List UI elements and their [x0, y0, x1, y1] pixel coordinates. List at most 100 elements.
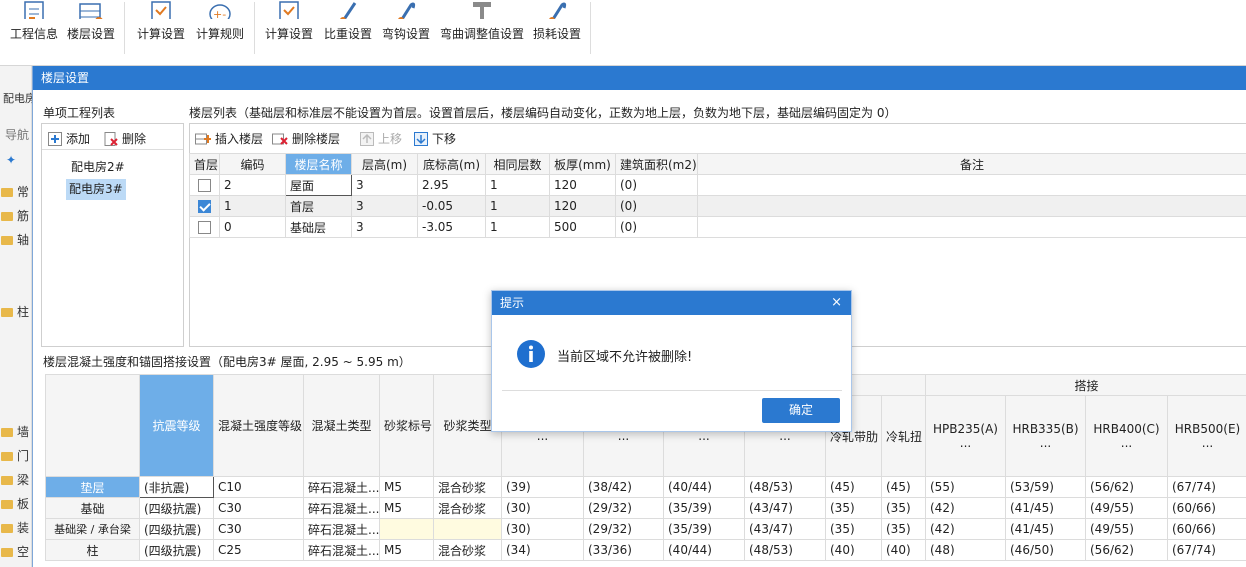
concrete-row[interactable]: 柱 (四级抗震) C25 碎石混凝土... M5 混合砂浆 (34) (33/3…	[45, 539, 1246, 561]
floor-settings-icon	[79, 3, 103, 19]
insert-floor-button[interactable]: 插入楼层	[195, 130, 263, 147]
col-hrb400[interactable]: HRB400(C)...	[1085, 395, 1168, 477]
row-name[interactable]: 基础梁 / 承台梁	[45, 518, 140, 540]
add-project-button[interactable]: 添加	[48, 130, 90, 147]
move-up-button[interactable]: 上移	[360, 130, 402, 147]
col-area[interactable]: 建筑面积(m2)	[615, 153, 698, 175]
background-nav-item[interactable]: 常	[1, 183, 29, 200]
floor-name-editor[interactable]: 屋面	[285, 174, 352, 196]
calc-settings-icon	[151, 1, 171, 19]
density-icon	[340, 2, 357, 19]
col-seismic-grade[interactable]: 抗震等级	[139, 374, 214, 477]
folder-icon	[1, 236, 13, 245]
floor-row[interactable]: 1 首层 3 -0.05 1 120 (0)	[189, 195, 1246, 217]
delete-doc-icon	[104, 131, 118, 146]
floor-table-header: 首层 编码 楼层名称 层高(m) 底标高(m) 相同层数 板厚(mm) 建筑面积…	[189, 153, 1246, 175]
plus-icon	[48, 131, 62, 146]
row-name[interactable]: 柱	[45, 539, 140, 561]
col-height[interactable]: 层高(m)	[351, 153, 418, 175]
prompt-divider	[502, 390, 842, 391]
folder-icon	[1, 524, 13, 533]
background-navigation-strip: 配电房 导航 ✦ 常 筋 轴 柱 墙 门 梁 板 装 空	[0, 66, 36, 567]
row-name[interactable]: 基础	[45, 497, 140, 519]
ribbon-bend-adjust-button[interactable]: 弯曲调整值设置	[438, 0, 526, 62]
project-info-icon	[24, 1, 44, 19]
insert-row-icon	[195, 133, 211, 144]
first-floor-checkbox[interactable]	[198, 179, 211, 192]
ribbon-separator	[124, 2, 125, 54]
calc-settings2-icon	[279, 1, 299, 19]
background-nav-item[interactable]: 柱	[1, 303, 29, 320]
project-list-item-selected[interactable]: 配电房3#	[66, 179, 126, 200]
background-nav-item[interactable]: 空	[1, 543, 29, 560]
floor-row[interactable]: 0 基础层 3 -3.05 1 500 (0)	[189, 216, 1246, 238]
close-icon[interactable]: ×	[831, 291, 842, 315]
background-nav-item[interactable]: 筋	[1, 207, 29, 224]
ribbon-loss-button[interactable]: 损耗设置	[531, 0, 583, 62]
bend-adjust-icon	[473, 2, 491, 19]
folder-icon	[1, 212, 13, 221]
folder-icon	[1, 188, 13, 197]
col-slab-thick[interactable]: 板厚(mm)	[549, 153, 616, 175]
ribbon-separator	[254, 2, 255, 54]
ribbon-label: 比重设置	[323, 27, 372, 41]
delete-floor-button[interactable]: 删除楼层	[272, 130, 340, 147]
background-nav-item[interactable]: 门	[1, 447, 29, 464]
floor-list-label: 楼层列表（基础层和标准层不能设置为首层。设置首层后，楼层编码自动变化，正数为地上…	[189, 106, 897, 120]
concrete-row[interactable]: 垫层 (非抗震) C10 碎石混凝土... M5 混合砂浆 (39) (38/4…	[45, 476, 1246, 498]
ribbon-project-info-button[interactable]: 工程信息	[8, 0, 60, 62]
ribbon-calc-settings2-button[interactable]: 计算设置	[262, 0, 316, 62]
folder-icon	[1, 428, 13, 437]
first-floor-checkbox-checked[interactable]	[198, 200, 211, 213]
col-same-count[interactable]: 相同层数	[485, 153, 550, 175]
ribbon-label: 弯钩设置	[381, 27, 430, 41]
folder-icon	[1, 548, 13, 557]
col-concrete-grade[interactable]: 混凝土强度等级	[213, 374, 304, 477]
project-list-label: 单项工程列表	[43, 106, 116, 120]
arrow-down-icon	[414, 131, 428, 146]
ribbon-hook-button[interactable]: 弯钩设置	[380, 0, 432, 62]
row-name-header	[45, 374, 140, 477]
prompt-message: 当前区域不允许被删除!	[557, 350, 693, 365]
concrete-row[interactable]: 基础 (四级抗震) C30 碎石混凝土... M5 混合砂浆 (30) (29/…	[45, 497, 1246, 519]
ribbon-density-button[interactable]: 比重设置	[322, 0, 374, 62]
background-nav-item[interactable]: 轴	[1, 231, 29, 248]
background-nav-item[interactable]: 墙	[1, 423, 29, 440]
ribbon-separator	[590, 2, 591, 54]
move-down-button[interactable]: 下移	[414, 130, 456, 147]
col-bottom-elev[interactable]: 底标高(m)	[417, 153, 486, 175]
col-floor-name[interactable]: 楼层名称	[285, 153, 352, 175]
col-hrb335[interactable]: HRB335(B)...	[1005, 395, 1086, 477]
floor-row[interactable]: 2 屋面 3 2.95 1 120 (0)	[189, 174, 1246, 196]
ribbon-toolbar: 工程信息 楼层设置 计算设置 +- 计算规则 计算设置 比重设置 弯钩设置 弯曲…	[0, 0, 1246, 66]
background-nav-item[interactable]: 装	[1, 519, 29, 536]
ribbon-floor-settings-button[interactable]: 楼层设置	[64, 0, 118, 62]
folder-icon	[1, 452, 13, 461]
concrete-row[interactable]: 基础梁 / 承台梁 (四级抗震) C30 碎石混凝土... (30) (29/3…	[45, 518, 1246, 540]
col-hrb500[interactable]: HRB500(E)...	[1166, 395, 1246, 477]
background-nav-item[interactable]: 板	[1, 495, 29, 512]
loss-icon	[549, 2, 567, 19]
arrow-up-icon	[360, 131, 374, 146]
row-name-selected[interactable]: 垫层	[45, 476, 140, 498]
folder-icon	[1, 500, 13, 509]
background-nav-item[interactable]: 梁	[1, 471, 29, 488]
col-first-floor[interactable]: 首层	[189, 153, 220, 175]
col-concrete-type[interactable]: 混凝土类型	[303, 374, 380, 477]
ribbon-label: 计算规则	[195, 27, 244, 41]
col-cold-rolled-twisted[interactable]: 冷轧扭	[881, 395, 926, 477]
col-code[interactable]: 编码	[219, 153, 286, 175]
ok-button[interactable]: 确定	[762, 398, 840, 423]
ribbon-calc-settings-button[interactable]: 计算设置	[134, 0, 188, 62]
col-note[interactable]: 备注	[697, 153, 1246, 175]
col-hpb235[interactable]: HPB235(A)...	[925, 395, 1006, 477]
delete-project-button[interactable]: 删除	[104, 130, 146, 147]
background-nav-add-icon[interactable]: ✦	[6, 153, 16, 167]
first-floor-checkbox[interactable]	[198, 221, 211, 234]
ribbon-calc-rules-button[interactable]: +- 计算规则	[193, 0, 247, 62]
concrete-settings-label: 楼层混凝土强度和锚固搭接设置（配电房3# 屋面, 2.95 ~ 5.95 m）	[43, 355, 411, 369]
delete-row-icon	[272, 133, 288, 145]
project-list-item[interactable]: 配电房2#	[68, 157, 128, 177]
ribbon-label: 楼层设置	[66, 27, 115, 41]
col-mortar-grade[interactable]: 砂浆标号	[379, 374, 434, 477]
